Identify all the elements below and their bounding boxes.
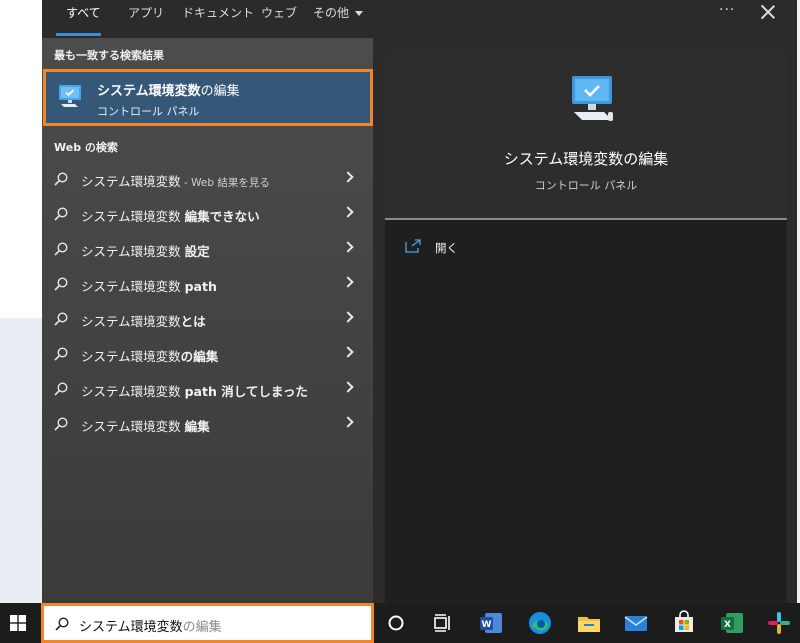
web-result-text: システム環境変数 path — [81, 279, 217, 294]
desktop-background — [0, 0, 42, 603]
slack-icon[interactable] — [765, 609, 793, 637]
search-tabs: すべて アプリ ドキュメント ウェブ その他 ··· — [42, 0, 797, 38]
web-result-text: システム環境変数の編集 — [81, 349, 219, 364]
web-result-5[interactable]: システム環境変数とは — [42, 302, 373, 337]
web-result-text: システム環境変数 編集 — [81, 419, 210, 434]
more-options-button[interactable]: ··· — [719, 2, 735, 18]
preview-subtitle: コントロール パネル — [534, 179, 638, 192]
computer-icon — [572, 76, 613, 121]
excel-icon[interactable]: X — [718, 609, 746, 637]
close-icon[interactable] — [758, 3, 778, 23]
search-icon — [54, 207, 68, 221]
search-icon — [54, 382, 68, 396]
tab-web[interactable]: ウェブ — [261, 0, 297, 38]
chevron-right-icon — [342, 346, 354, 358]
web-result-8[interactable]: システム環境変数 編集 — [42, 407, 373, 442]
task-view-icon[interactable] — [428, 609, 456, 637]
search-icon — [54, 417, 68, 431]
chevron-right-icon — [342, 276, 354, 288]
chevron-right-icon — [342, 206, 354, 218]
web-result-text: システム環境変数 設定 — [81, 244, 210, 259]
edge-icon[interactable] — [526, 609, 554, 637]
chevron-right-icon — [342, 241, 354, 253]
tab-more-label: その他 — [313, 6, 350, 20]
results-list: 最も一致する検索結果 システム環境変数の編集 コントロール パネル Web の検… — [42, 38, 373, 603]
preview-header: システム環境変数の編集 コントロール パネル — [385, 50, 787, 218]
web-result-7[interactable]: システム環境変数 path 消してしまった — [42, 372, 373, 407]
chevron-right-icon — [342, 311, 354, 323]
web-result-text: システム環境変数とは — [81, 314, 206, 329]
web-result-1[interactable]: システム環境変数 - Web 結果を見る — [42, 162, 373, 197]
search-icon — [54, 347, 68, 361]
search-icon — [55, 617, 69, 631]
search-input-value: システム環境変数の編集 — [79, 620, 222, 635]
svg-text:W: W — [482, 620, 492, 630]
chevron-right-icon — [342, 171, 354, 183]
tab-documents[interactable]: ドキュメント — [182, 0, 254, 38]
open-icon — [405, 239, 421, 253]
chevron-right-icon — [342, 416, 354, 428]
taskbar: システム環境変数の編集 W X — [0, 603, 800, 643]
tab-more[interactable]: その他 — [313, 0, 364, 38]
best-match-header: 最も一致する検索結果 — [54, 49, 164, 62]
search-panel: すべて アプリ ドキュメント ウェブ その他 ··· 最も一致する検索結果 シス… — [42, 0, 797, 603]
mail-icon[interactable] — [622, 609, 650, 637]
best-match-item[interactable]: システム環境変数の編集 コントロール パネル — [43, 69, 373, 126]
search-icon — [54, 277, 68, 291]
computer-icon — [59, 85, 81, 107]
web-result-text: システム環境変数 - Web 結果を見る — [81, 174, 270, 189]
windows-start-icon[interactable] — [10, 615, 26, 631]
search-icon — [54, 312, 68, 326]
store-icon[interactable] — [670, 609, 698, 637]
chevron-right-icon — [342, 381, 354, 393]
web-result-4[interactable]: システム環境変数 path — [42, 267, 373, 302]
best-match-title: システム環境変数の編集 — [97, 84, 240, 99]
open-label: 開く — [435, 241, 458, 255]
search-icon — [54, 242, 68, 256]
word-icon[interactable]: W — [477, 609, 505, 637]
best-match-subtitle: コントロール パネル — [97, 105, 200, 118]
web-result-3[interactable]: システム環境変数 設定 — [42, 232, 373, 267]
preview-divider — [385, 218, 787, 220]
web-result-text: システム環境変数 path 消してしまった — [81, 384, 308, 399]
svg-text:X: X — [724, 620, 731, 630]
taskbar-search-box[interactable]: システム環境変数の編集 — [41, 603, 374, 643]
file-explorer-icon[interactable] — [575, 609, 603, 637]
tab-apps[interactable]: アプリ — [128, 0, 164, 38]
search-icon — [54, 172, 68, 186]
cortana-icon[interactable] — [382, 609, 410, 637]
preview-title: システム環境変数の編集 — [503, 150, 669, 168]
web-result-6[interactable]: システム環境変数の編集 — [42, 337, 373, 372]
chevron-down-icon — [355, 11, 364, 16]
web-result-2[interactable]: システム環境変数 編集できない — [42, 197, 373, 232]
preview-pane: システム環境変数の編集 コントロール パネル 開く — [385, 50, 787, 603]
web-result-text: システム環境変数 編集できない — [81, 209, 260, 224]
active-tab-indicator — [56, 33, 101, 36]
web-search-header: Web の検索 — [54, 141, 118, 154]
